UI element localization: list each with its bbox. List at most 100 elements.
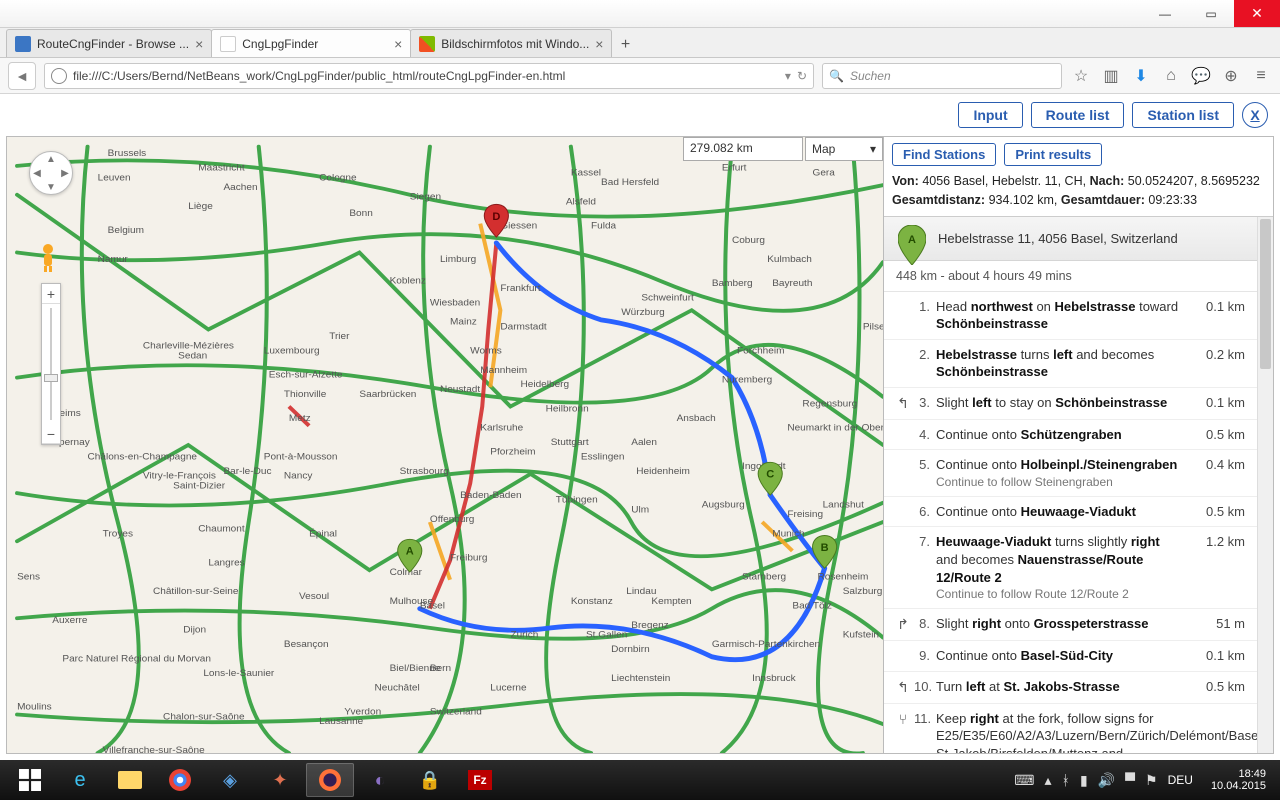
station-list-button[interactable]: Station list	[1132, 102, 1234, 128]
reload-icon[interactable]: ↻	[797, 69, 807, 83]
chat-icon[interactable]: 💬	[1190, 65, 1212, 87]
taskbar-filezilla-icon[interactable]: Fz	[456, 763, 504, 797]
map[interactable]: BrusselsBelgiumMaastrichtAachenNamurColo…	[7, 137, 883, 753]
maneuver-icon	[892, 647, 914, 665]
pan-up-icon[interactable]: ▲	[44, 152, 58, 166]
streetview-pegman[interactable]	[37, 243, 59, 273]
direction-step[interactable]: ↰ 3. Slight left to stay on Schönbeinstr…	[884, 388, 1257, 420]
taskbar-app1-icon[interactable]: ✦	[256, 763, 304, 797]
tab-close-icon[interactable]: ×	[195, 36, 203, 52]
url-input[interactable]: file:///C:/Users/Bernd/NetBeans_work/Cng…	[44, 63, 814, 89]
zoom-in-button[interactable]: +	[42, 284, 60, 304]
direction-step[interactable]: 9. Continue onto Basel-Süd-City 0.1 km	[884, 641, 1257, 672]
zoom-thumb[interactable]	[44, 374, 58, 382]
zoom-slider[interactable]	[42, 304, 60, 424]
map-city-label: Offenburg	[430, 514, 475, 525]
map-city-label: Moulins	[17, 702, 52, 713]
taskbar-ie-icon[interactable]: e	[56, 763, 104, 797]
zoom-out-button[interactable]: −	[42, 424, 60, 444]
addon-icon[interactable]: ⊕	[1220, 65, 1242, 87]
maneuver-icon: ↰	[892, 394, 914, 413]
map-city-label: Parc Naturel Régional du Morvan	[62, 654, 211, 665]
battery-icon[interactable]: ▮	[1080, 772, 1088, 789]
tab-0[interactable]: RouteCngFinder - Browse ... ×	[6, 29, 212, 57]
start-button[interactable]	[6, 763, 54, 797]
route-list-button[interactable]: Route list	[1031, 102, 1125, 128]
favicon	[15, 36, 31, 52]
bluetooth-icon[interactable]: ᚼ	[1062, 772, 1070, 788]
map-city-label: Ansbach	[677, 413, 716, 424]
direction-step[interactable]: ⑂ 11. Keep right at the fork, follow sig…	[884, 704, 1257, 753]
directions-list[interactable]: A Hebelstrasse 11, 4056 Basel, Switzerla…	[884, 217, 1257, 754]
tab-close-icon[interactable]: ×	[595, 36, 603, 52]
input-button[interactable]: Input	[958, 102, 1022, 128]
map-container: BrusselsBelgiumMaastrichtAachenNamurColo…	[6, 136, 1274, 754]
tab-close-icon[interactable]: ×	[394, 36, 402, 52]
system-tray[interactable]: ⌨ ▴ ᚼ ▮ 🔊 ▀ ⚑ DEU 18:49 10.04.2015	[1014, 768, 1274, 792]
tab-1[interactable]: CngLpgFinder ×	[211, 29, 411, 57]
taskbar-explorer-icon[interactable]	[106, 763, 154, 797]
pan-down-icon[interactable]: ▼	[44, 180, 58, 194]
origin-row[interactable]: A Hebelstrasse 11, 4056 Basel, Switzerla…	[884, 217, 1257, 261]
distance-field[interactable]: 279.082 km	[683, 137, 803, 161]
keyboard-icon[interactable]: ⌨	[1014, 772, 1034, 789]
flag-icon[interactable]: ⚑	[1145, 772, 1158, 789]
map-city-label: Villefranche-sur-Saône	[103, 745, 206, 753]
taskbar-app2-icon[interactable]: 🔒	[406, 763, 454, 797]
tab-label: CngLpgFinder	[242, 37, 388, 51]
window-close[interactable]: ✕	[1234, 0, 1280, 27]
direction-step[interactable]: 5. Continue onto Holbeinpl./Steinengrabe…	[884, 450, 1257, 497]
step-text: Turn left at St. Jakobs-Strasse	[936, 678, 1189, 697]
search-input[interactable]: 🔍 Suchen	[822, 63, 1062, 89]
home-icon[interactable]: ⌂	[1160, 65, 1182, 87]
pan-control[interactable]: ▲ ◀ ▶ ▼	[29, 151, 73, 195]
taskbar-vbox-icon[interactable]: ◈	[206, 763, 254, 797]
step-text: Continue onto Basel-Süd-City	[936, 647, 1189, 665]
direction-step[interactable]: 2. Hebelstrasse turns left and becomes S…	[884, 340, 1257, 388]
new-tab-button[interactable]: +	[611, 33, 639, 57]
dropdown-icon[interactable]: ▾	[785, 69, 791, 83]
maneuver-icon	[892, 346, 914, 381]
clock[interactable]: 18:49 10.04.2015	[1203, 768, 1266, 792]
step-text: Hebelstrasse turns left and becomes Schö…	[936, 346, 1189, 381]
library-icon[interactable]: ▥	[1100, 65, 1122, 87]
taskbar-eclipse-icon[interactable]: ◐	[356, 763, 404, 797]
find-stations-button[interactable]: Find Stations	[892, 143, 996, 166]
tab-2[interactable]: Bildschirmfotos mit Windo... ×	[410, 29, 612, 57]
map-city-label: Heilbronn	[546, 403, 589, 414]
menu-icon[interactable]: ≡	[1250, 65, 1272, 87]
scrollbar[interactable]	[1257, 217, 1273, 754]
map-type-selector[interactable]: Map ▾	[805, 137, 883, 161]
pan-left-icon[interactable]: ◀	[30, 166, 44, 180]
map-city-label: Cologne	[319, 172, 357, 183]
language-indicator[interactable]: DEU	[1168, 773, 1193, 787]
window-minimize[interactable]: —	[1142, 0, 1188, 27]
map-city-label: Metz	[289, 413, 311, 424]
map-city-label: Dijon	[183, 625, 206, 636]
tray-chevron-icon[interactable]: ▴	[1045, 772, 1052, 789]
taskbar-firefox-icon[interactable]	[306, 763, 354, 797]
direction-step[interactable]: ↱ 8. Slight right onto Grosspeterstrasse…	[884, 609, 1257, 641]
download-icon[interactable]: ⬇	[1130, 65, 1152, 87]
taskbar-chrome-icon[interactable]	[156, 763, 204, 797]
direction-step[interactable]: 1. Head northwest on Hebelstrasse toward…	[884, 292, 1257, 340]
direction-step[interactable]: 6. Continue onto Heuwaage-Viadukt 0.5 km	[884, 497, 1257, 528]
network-icon[interactable]: ▀	[1125, 772, 1135, 788]
map-city-label: Bar-le-Duc	[223, 466, 271, 477]
direction-step[interactable]: 7. Heuwaage-Viadukt turns slightly right…	[884, 527, 1257, 609]
direction-step[interactable]: ↰ 10. Turn left at St. Jakobs-Strasse 0.…	[884, 672, 1257, 704]
taskbar[interactable]: e ◈ ✦ ◐ 🔒 Fz ⌨ ▴ ᚼ ▮ 🔊 ▀ ⚑ DEU 18:49 10.…	[0, 760, 1280, 800]
map-city-label: Bonn	[349, 208, 372, 219]
direction-step[interactable]: 4. Continue onto Schützengraben 0.5 km	[884, 420, 1257, 451]
zoom-control[interactable]: + −	[41, 283, 61, 445]
map-city-label: Worms	[470, 346, 502, 357]
map-city-label: Tübingen	[556, 495, 598, 506]
back-button[interactable]: ◄	[8, 62, 36, 90]
bookmark-icon[interactable]: ☆	[1070, 65, 1092, 87]
window-maximize[interactable]: ▭	[1188, 0, 1234, 27]
close-panel-button[interactable]: X	[1242, 102, 1268, 128]
print-results-button[interactable]: Print results	[1004, 143, 1102, 166]
scrollbar-thumb[interactable]	[1260, 219, 1271, 369]
pan-right-icon[interactable]: ▶	[58, 166, 72, 180]
volume-icon[interactable]: 🔊	[1098, 772, 1115, 789]
